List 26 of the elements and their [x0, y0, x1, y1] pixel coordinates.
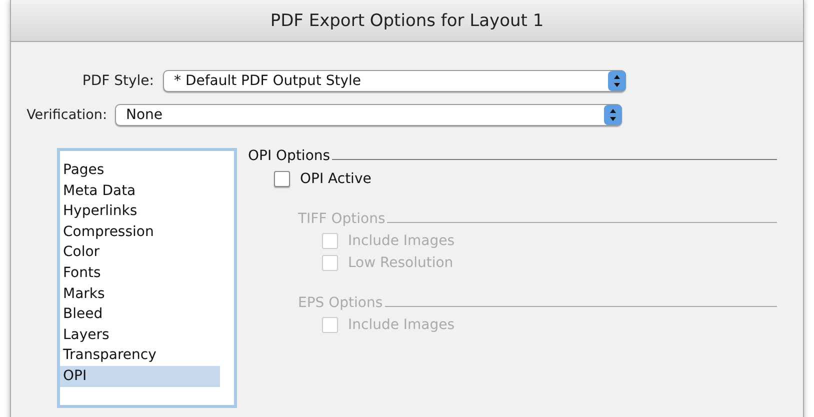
list-item[interactable]: Layers [60, 324, 220, 346]
checkbox-label: Low Resolution [348, 255, 454, 271]
list-item[interactable]: Fonts [60, 262, 220, 284]
list-item[interactable]: Compression [60, 222, 220, 242]
list-item[interactable]: Color [60, 242, 220, 263]
list-item[interactable]: Pages [60, 160, 220, 181]
checkbox-label: Include Images [348, 317, 455, 333]
checkbox[interactable] [274, 171, 290, 187]
stepper-icon [604, 105, 622, 125]
dropdown[interactable]: None [115, 104, 622, 126]
dropdown[interactable]: * Default PDF Output Style [163, 70, 626, 92]
list-item[interactable]: Bleed [60, 304, 220, 325]
window-title: PDF Export Options for Layout 1 [270, 10, 544, 30]
checkbox-label: OPI Active [300, 171, 372, 187]
checkbox-label: Include Images [348, 233, 455, 249]
list-item[interactable]: Transparency [60, 345, 220, 366]
list-item[interactable]: Meta Data [60, 180, 220, 202]
list-item[interactable]: Marks [60, 284, 220, 304]
section-title: EPS Options [298, 295, 383, 311]
section-title: OPI Options [248, 148, 330, 164]
section-title: TIFF Options [298, 211, 386, 227]
stepper-icon [608, 71, 626, 91]
list-item[interactable]: OPI [60, 366, 220, 387]
field-label: PDF Style: [81, 73, 155, 89]
list-item[interactable]: Hyperlinks [60, 201, 220, 222]
field-label: Verification: [26, 107, 107, 123]
